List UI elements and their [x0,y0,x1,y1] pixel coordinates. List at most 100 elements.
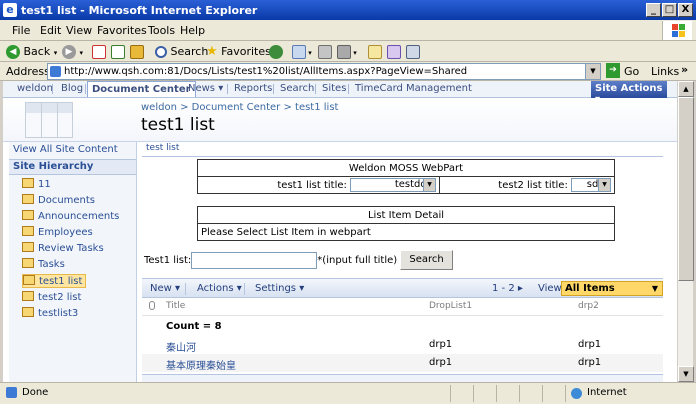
sidebar-item-review-tasks[interactable]: Review Tasks [22,242,104,256]
forward-arrow-icon: ▶ [62,45,76,59]
title-area: weldon > Document Center > test1 list te… [3,98,677,142]
scroll-thumb[interactable] [678,97,694,281]
list2-select[interactable]: sdfa▼ [571,178,611,192]
forward-button[interactable]: ▶ ▾ [62,44,83,59]
media-button[interactable] [269,44,283,59]
research-button[interactable] [406,44,420,59]
count-text: Count = 8 [166,321,222,332]
sidebar-item-label: test2 list [38,292,82,303]
links-button[interactable]: Links [651,65,679,78]
new-menu[interactable]: New ▾ [150,283,180,294]
favorites-button[interactable]: ★ Favorites [206,44,271,59]
sidebar-item-announcements[interactable]: Announcements [22,210,119,224]
stop-icon [92,45,106,59]
list1-select[interactable]: testddd ▼ [350,178,437,192]
tab-search[interactable]: Search [280,83,314,94]
view-all-site-content-link[interactable]: View All Site Content [13,144,118,155]
toolbar-separator [244,283,245,295]
paging[interactable]: 1 - 2 ▸ [492,283,523,294]
address-input[interactable]: http://www.qsh.com:81/Docs/Lists/test1%2… [47,63,601,80]
tab-document-center[interactable]: Document Center [87,81,196,97]
table-row[interactable]: 秦山河 drp1 drp1 [142,336,663,354]
top-navigation: weldon Blog Document Center News ▾ Repor… [3,81,677,105]
actions-menu[interactable]: Actions ▾ [197,283,242,294]
task-icon [22,258,34,268]
column-droplist1[interactable]: DropList1 [429,301,472,311]
table-row[interactable]: 基本原理秦始皇 drp1 drp1 [142,354,663,372]
tab-reports[interactable]: Reports [234,83,272,94]
menu-help[interactable]: Help [180,24,205,37]
minimize-button[interactable]: _ [646,3,661,17]
sidebar-item-documents[interactable]: Documents [22,194,95,208]
maximize-button[interactable]: □ [662,3,677,17]
mail-button[interactable] [318,44,332,59]
row-title-link[interactable]: 基本原理秦始皇 [166,357,236,372]
window-title-bar[interactable]: e test1 list - Microsoft Internet Explor… [0,0,696,20]
column-header-row: Title DropList1 drp2 [142,298,663,316]
home-icon [130,45,144,59]
sidebar-item-employees[interactable]: Employees [22,226,93,240]
messenger-button[interactable] [387,44,401,59]
back-button[interactable]: ◀ Back ▾ [6,44,57,59]
vertical-scrollbar[interactable]: ▲ ▼ [677,81,694,382]
sidebar-item-label: testlist3 [38,308,79,319]
sidebar-item-test2-list[interactable]: test2 list [22,291,81,305]
refresh-button[interactable] [111,44,125,59]
page-icon [50,66,61,77]
page-icon [6,387,17,398]
site-actions-menu[interactable]: Site Actions ▾ [591,81,667,105]
close-button[interactable]: X [678,3,693,17]
status-pane [473,385,493,402]
list-icon [22,291,34,301]
stop-button[interactable] [92,44,106,59]
star-icon: ★ [206,44,218,59]
tab-timecard-management[interactable]: TimeCard Management [355,83,472,94]
row-title-link[interactable]: 秦山河 [166,339,196,354]
site-image [25,102,73,138]
row-drp2: drp1 [578,339,602,350]
menu-edit[interactable]: Edit [40,24,61,37]
breadcrumb[interactable]: weldon > Document Center > test1 list [141,102,338,113]
go-button[interactable]: Go [624,65,639,78]
history-button[interactable]: ▾ [292,44,312,59]
search-input[interactable] [191,251,318,269]
view-selected-value: All Items [565,283,615,294]
back-arrow-icon: ◀ [6,45,20,59]
main-content: test list Weldon MOSS WebPart test1 list… [142,142,677,382]
settings-menu[interactable]: Settings ▾ [255,283,304,294]
menu-favorites[interactable]: Favorites [97,24,147,37]
column-drp2[interactable]: drp2 [578,301,599,311]
site-hierarchy-header[interactable]: Site Hierarchy [9,159,136,175]
scroll-up-button[interactable]: ▲ [678,81,694,97]
tab-weldon[interactable]: weldon [17,83,53,94]
sidebar-item-tasks[interactable]: Tasks [22,258,65,272]
search-button[interactable]: Search [155,44,208,59]
home-button[interactable] [130,44,144,59]
search-button[interactable]: Search [400,250,453,270]
go-arrow-icon[interactable]: ➔ [606,63,620,78]
menu-file[interactable]: File [12,24,30,37]
print-button[interactable]: ▾ [337,44,357,59]
scroll-down-button[interactable]: ▼ [678,366,694,382]
view-selector[interactable]: All Items ▼ [561,281,663,296]
sidebar-item-test1-list[interactable]: test1 list [22,274,87,288]
sidebar-item-11[interactable]: 11 [22,178,51,192]
count-row: Count = 8 [142,318,663,336]
tab-news[interactable]: News ▾ [188,83,223,94]
menu-view[interactable]: View [66,24,92,37]
edit-button[interactable] [368,44,382,59]
tab-separator [227,84,228,94]
address-dropdown[interactable]: ▼ [585,64,600,79]
status-bar: Done Internet [0,382,696,404]
tab-separator [315,84,316,94]
tab-blog[interactable]: Blog [61,83,83,94]
sidebar-item-testlist3[interactable]: testlist3 [22,307,78,321]
tab-sites[interactable]: Sites [322,83,346,94]
webpart-header: test list [142,142,663,157]
links-expand-icon[interactable]: » [681,63,688,76]
column-title[interactable]: Title [166,301,185,311]
address-url: http://www.qsh.com:81/Docs/Lists/test1%2… [64,66,468,77]
zone-pane: Internet [565,385,693,402]
search-label: Test1 list: [144,255,192,266]
menu-tools[interactable]: Tools [148,24,175,37]
